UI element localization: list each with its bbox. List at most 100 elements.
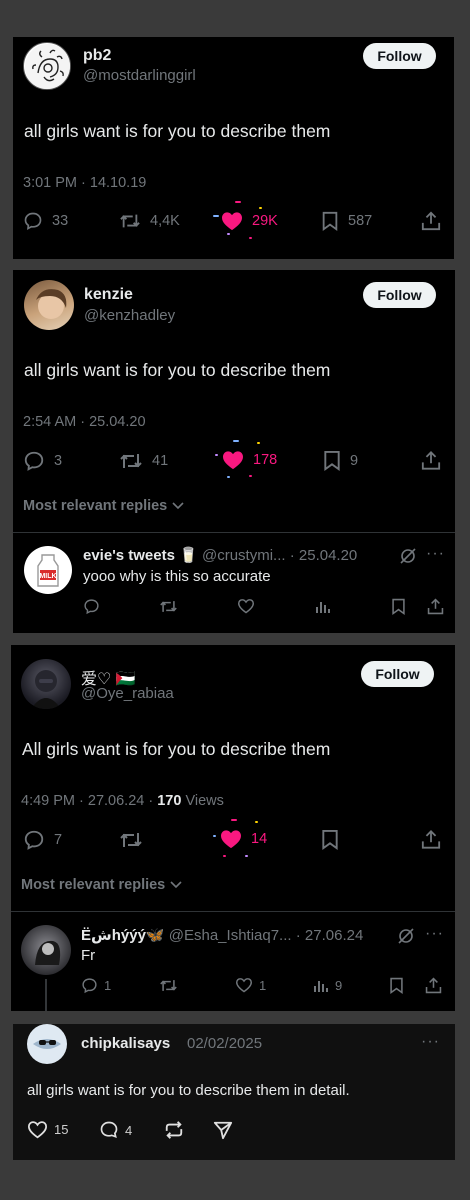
reply-count: 33 [52,213,69,229]
heart-icon [27,1121,48,1139]
tweet-timestamp[interactable]: 2:54 AM · 25.04.20 [23,414,146,430]
reply-action[interactable]: 33 [23,211,68,231]
tweet-timestamp[interactable]: 4:49 PM · 27.06.24 · 170 Views [21,793,224,809]
follow-button[interactable]: Follow [363,282,436,308]
author-handle[interactable]: @Oye_rabiaa [81,685,174,702]
bookmark-icon [322,211,338,231]
tweet-timestamp[interactable]: 3:01 PM · 14.10.19 [23,175,146,191]
more-icon[interactable]: ··· [425,925,444,943]
heart-icon [235,978,253,993]
heart-icon [237,599,255,614]
like-count: 29K [252,213,278,229]
author-name[interactable]: kenzie [84,286,133,304]
most-relevant-replies-dropdown[interactable]: Most relevant replies [21,877,183,893]
repost-icon [120,214,140,228]
avatar[interactable] [21,659,71,709]
reply-like-count: 1 [259,977,267,993]
views-icon [314,981,328,992]
reply-action[interactable]: 7 [23,829,62,851]
more-icon[interactable]: ··· [421,1033,440,1051]
repost-count: 41 [152,453,169,469]
tweet-card-2: kenzie @kenzhadley Follow all girls want… [13,270,455,633]
reply-repost-action[interactable] [159,598,178,615]
author-name[interactable]: pb2 [83,47,111,65]
share-action[interactable] [421,450,441,471]
reply-views-action[interactable] [315,598,331,614]
repost-count: 4,4K [150,213,180,229]
reply-text: yooo why is this so accurate [83,568,271,585]
follow-button[interactable]: Follow [363,43,436,69]
reply-views-count: 9 [335,977,343,993]
bookmark-action[interactable]: 587 [321,211,372,231]
reply-author-name: Ëشhýýý🦋 [81,927,165,944]
grok-icon[interactable] [399,547,417,565]
share-icon [421,451,441,470]
avatar[interactable] [23,42,71,90]
relevant-label: Most relevant replies [21,877,166,893]
reply-author-handle: @crustymi... [201,547,286,564]
chevron-down-icon [172,502,184,510]
reply-repost-action[interactable] [159,977,178,994]
author-handle[interactable]: @mostdarlinggirl [83,67,196,84]
share-action[interactable] [421,211,441,231]
reply-like-action[interactable]: 1 [235,977,266,993]
reply-avatar[interactable] [21,925,71,975]
bookmark-action[interactable]: 9 [323,450,358,471]
share-icon [421,830,441,849]
milk-logo-text: MILK [39,573,56,580]
tweet-text: all girls want is for you to describe th… [24,121,331,141]
heart-icon [221,830,241,849]
tweet-card-1: pb2 @mostdarlinggirl Follow all girls wa… [13,37,454,259]
like-count: 15 [54,1122,69,1137]
bookmark-count: 9 [350,452,359,469]
like-action[interactable]: 29K [221,211,278,231]
like-action[interactable]: 14 [220,829,267,849]
reply-author[interactable]: Ëشhýýý🦋 @Esha_Ishtiaq7... · 27.06.24 [81,926,363,944]
repost-icon [160,980,177,991]
reply-bookmark-action[interactable] [391,598,406,615]
repost-action[interactable]: 4,4K [119,211,180,231]
reply-author[interactable]: evie's tweets 🥛 @crustymi... · 25.04.20 [83,546,357,564]
bookmark-icon [392,598,405,615]
reply-action[interactable]: 3 [23,450,62,472]
views-label: Views [181,793,224,809]
reply-author-name: evie's tweets 🥛 [83,547,198,564]
more-icon[interactable]: ··· [426,545,445,563]
chevron-down-icon [170,881,182,889]
send-icon [213,1121,233,1140]
bookmark-action[interactable] [321,829,339,850]
bookmark-icon [322,829,338,850]
views-count: 170 [157,793,182,809]
reply-icon [24,212,42,230]
reply-date: · 27.06.24 [295,927,364,944]
repost-action[interactable]: 41 [119,450,168,472]
reply-icon [24,830,44,850]
avatar[interactable] [24,280,74,330]
author-name[interactable]: chipkalisays [81,1035,170,1052]
reply-bookmark-action[interactable] [389,977,404,994]
most-relevant-replies-dropdown[interactable]: Most relevant replies [23,498,185,514]
author-handle[interactable]: @kenzhadley [84,307,175,324]
reply-avatar[interactable]: MILK [24,546,72,594]
reply-views-action[interactable]: 9 [313,977,342,993]
like-count: 178 [253,452,278,468]
reply-reply-count: 1 [104,978,112,993]
reply-share-action[interactable] [427,598,444,615]
reply-share-action[interactable] [425,977,442,994]
share-action[interactable] [421,829,441,850]
grok-icon[interactable] [397,927,415,945]
send-action[interactable] [213,1120,233,1140]
reply-reply-action[interactable]: 1 [81,977,111,994]
reply-date: · 25.04.20 [289,547,358,564]
follow-button[interactable]: Follow [361,661,434,687]
like-action[interactable]: 178 [222,450,277,470]
like-action[interactable]: 15 [27,1120,68,1139]
reply-like-action[interactable] [237,598,255,614]
reply-reply-action[interactable] [83,598,100,615]
reply-count: 7 [54,832,63,848]
repost-action[interactable] [119,829,143,851]
heart-icon [222,212,242,231]
repost-action[interactable] [163,1120,185,1140]
reply-action[interactable]: 4 [99,1120,132,1140]
avatar[interactable] [27,1024,67,1064]
